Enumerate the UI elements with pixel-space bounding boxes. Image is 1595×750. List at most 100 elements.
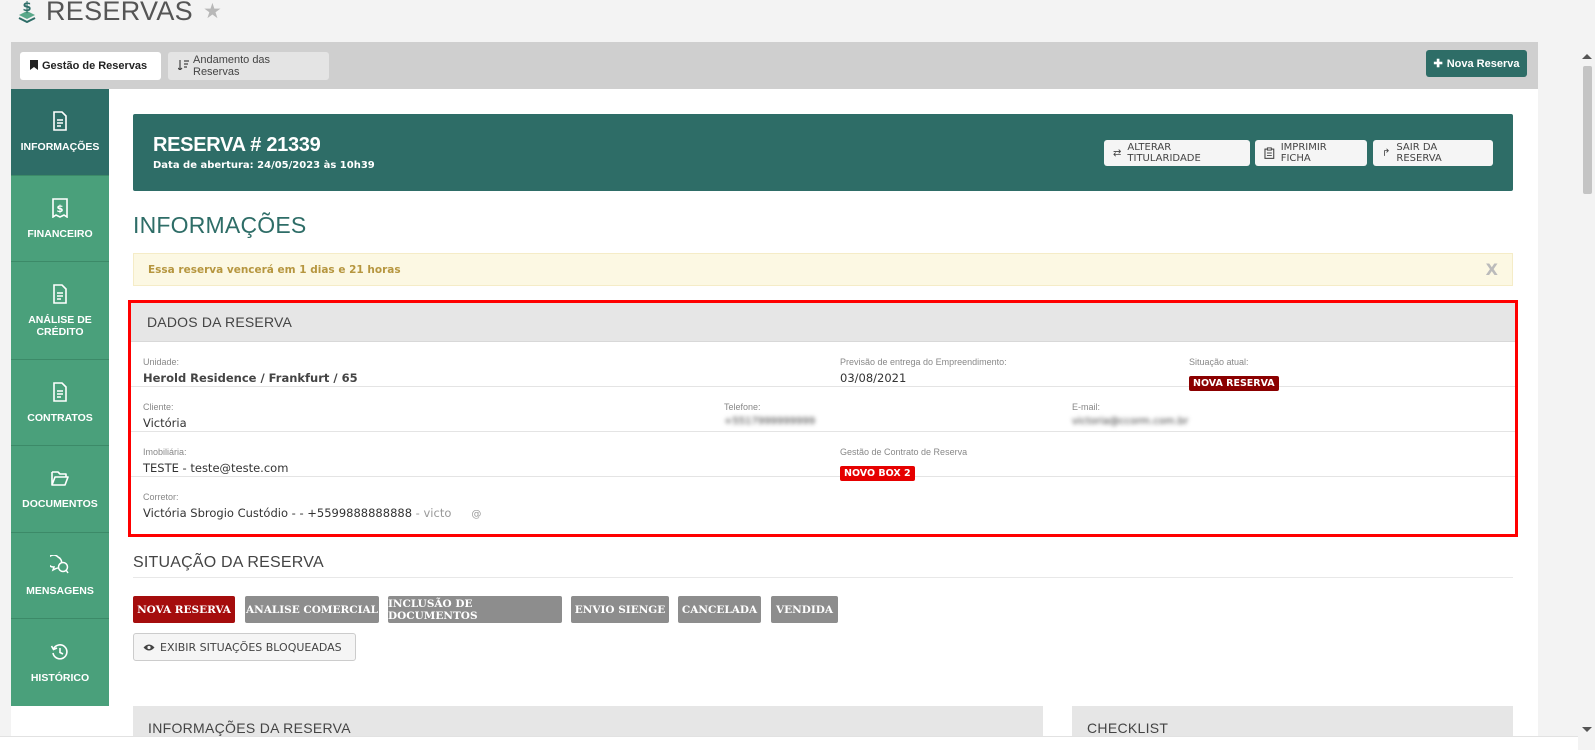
corretor-at: @ <box>471 509 482 520</box>
status-step-vendida[interactable]: VENDIDA <box>771 596 838 623</box>
exibir-situacoes-bloqueadas-button[interactable]: EXIBIR SITUAÇÕES BLOQUEADAS <box>133 633 356 661</box>
sidebar-item-contratos[interactable]: CONTRATOS <box>11 360 109 446</box>
imobiliaria-email: teste@teste.com <box>190 461 289 475</box>
field-label: E-mail: <box>1072 402 1101 412</box>
svg-text:$: $ <box>22 0 31 15</box>
nova-reserva-button[interactable]: ✚ Nova Reserva <box>1426 50 1527 77</box>
field-label: Gestão de Contrato de Reserva <box>840 447 968 457</box>
tab-andamento-label: Andamento das Reservas <box>193 54 271 78</box>
sidebar-item-historico[interactable]: HISTÓRICO <box>11 619 109 706</box>
tab-bar: Gestão de Reservas Andamento das Reserva… <box>11 42 1538 89</box>
sidebar-item-label: INFORMAÇÕES <box>20 141 100 153</box>
alterar-titularidade-label: ALTERAR TITULARIDADE <box>1127 142 1201 164</box>
scroll-down-arrow-icon[interactable] <box>1582 727 1592 732</box>
alert-text: Essa reserva vencerá em 1 dias e 21 hora… <box>148 263 401 276</box>
corretor-extra: - victo <box>412 506 452 520</box>
chat-bubbles-icon <box>50 554 69 573</box>
sidebar-item-label: HISTÓRICO <box>30 671 90 684</box>
sort-icon <box>177 59 189 73</box>
situacao-reserva-title: SITUAÇÃO DA RESERVA <box>133 554 324 571</box>
corretor-phone: +5599888888888 <box>307 506 413 520</box>
sair-reserva-label: SAIR DA RESERVA <box>1396 142 1442 164</box>
svg-text:$: $ <box>57 204 64 215</box>
favorite-star-icon[interactable]: ★ <box>203 0 222 23</box>
nova-reserva-label: Nova Reserva <box>1446 57 1520 70</box>
document-icon <box>53 381 67 402</box>
reserva-header: RESERVA # 21339 Data de abertura: 24/05/… <box>133 114 1513 191</box>
sidebar-item-analise-credito[interactable]: ANÁLISE DE CRÉDITO <box>11 262 109 360</box>
eye-icon <box>143 644 155 650</box>
scroll-thumb[interactable] <box>1583 66 1592 194</box>
status-step-inclusao-documentos[interactable]: INCLUSÃO DE DOCUMENTOS <box>388 596 562 623</box>
field-label: Imobiliária: <box>143 447 187 457</box>
sidebar-item-label: MENSAGENS <box>26 584 94 597</box>
sidebar-item-label: DOCUMENTOS <box>22 498 98 510</box>
clipboard-icon <box>1264 147 1275 159</box>
status-step-analise-comercial[interactable]: ANALISE COMERCIAL <box>245 596 379 623</box>
vertical-scrollbar[interactable] <box>1578 42 1595 750</box>
status-step-cancelada[interactable]: CANCELADA <box>678 596 761 623</box>
tab-gestao-reservas[interactable]: Gestão de Reservas <box>20 52 161 80</box>
dados-row-cliente: Cliente: Victória Telefone: +55179999999… <box>131 387 1515 432</box>
section-title: INFORMAÇÕES <box>133 212 307 238</box>
alterar-titularidade-button[interactable]: ⇄ ALTERAR TITULARIDADE <box>1104 140 1250 166</box>
exibir-label: EXIBIR SITUAÇÕES BLOQUEADAS <box>160 640 342 654</box>
reservas-logo-icon: $ <box>18 0 36 23</box>
plus-icon: ✚ <box>1433 58 1443 70</box>
folder-open-icon <box>51 471 69 486</box>
dados-row-unidade: Unidade: Herold Residence / Frankfurt / … <box>131 342 1515 391</box>
field-imobiliaria: Imobiliária: TESTE - teste@teste.com <box>143 447 288 475</box>
dados-row-imobiliaria: Imobiliária: TESTE - teste@teste.com Ges… <box>131 432 1515 481</box>
sidebar: INFORMAÇÕES $ FINANCEIRO ANÁLISE DE CRÉD… <box>11 89 109 706</box>
imprimir-ficha-button[interactable]: IMPRIMIR FICHA <box>1255 140 1367 166</box>
field-previsao-entrega: Previsão de entrega do Empreendimento: 0… <box>840 357 1007 385</box>
sidebar-item-informacoes[interactable]: INFORMAÇÕES <box>11 89 109 176</box>
field-value: victoria@ccorm.com.br <box>1072 416 1189 427</box>
dados-row-corretor: Corretor: Victória Sbrogio Custódio - - … <box>131 477 1515 522</box>
tab-andamento-reservas[interactable]: Andamento das Reservas <box>168 52 329 80</box>
alert-close-button[interactable]: X <box>1486 260 1498 279</box>
sidebar-item-financeiro[interactable]: $ FINANCEIRO <box>11 176 109 262</box>
field-label: Situação atual: <box>1189 357 1249 367</box>
page-header: $ RESERVAS ★ <box>16 0 222 28</box>
dados-reserva-box: DADOS DA RESERVA Unidade: Herold Residen… <box>128 300 1518 537</box>
imobiliaria-separator: - <box>178 461 191 475</box>
history-icon <box>50 643 68 660</box>
field-value: TESTE - teste@teste.com <box>143 461 288 475</box>
dados-reserva-header: DADOS DA RESERVA <box>131 303 1515 342</box>
field-label: Previsão de entrega do Empreendimento: <box>840 357 1007 367</box>
page-bottom-edge <box>0 736 1595 750</box>
field-value: +5517999999999 <box>724 416 816 427</box>
imobiliaria-name: TESTE <box>143 461 179 475</box>
field-email: E-mail: victoria@ccorm.com.br <box>1072 402 1188 427</box>
swap-icon: ⇄ <box>1113 147 1122 159</box>
document-icon <box>53 111 67 131</box>
tab-gestao-label: Gestão de Reservas <box>42 60 148 72</box>
page-title: RESERVAS <box>46 0 193 26</box>
document-icon <box>53 283 67 304</box>
field-value: Victória Sbrogio Custódio - - +559988888… <box>143 506 481 520</box>
sidebar-item-mensagens[interactable]: MENSAGENS <box>11 533 109 619</box>
status-step-envio-sienge[interactable]: ENVIO SIENGE <box>571 596 669 623</box>
field-value: 03/08/2021 <box>840 371 907 385</box>
field-value: Victória <box>143 416 187 430</box>
field-label: Cliente: <box>143 402 174 412</box>
field-label: Telefone: <box>724 402 761 412</box>
field-gestao-contrato: Gestão de Contrato de Reserva NOVO BOX 2 <box>840 447 967 481</box>
field-unidade: Unidade: Herold Residence / Frankfurt / … <box>143 357 358 385</box>
field-telefone: Telefone: +5517999999999 <box>724 402 815 427</box>
receipt-dollar-icon: $ <box>52 197 68 218</box>
share-arrow-icon: ↱ <box>1382 147 1391 159</box>
sair-reserva-button[interactable]: ↱ SAIR DA RESERVA <box>1373 140 1493 166</box>
field-cliente: Cliente: Victória <box>143 402 187 430</box>
sidebar-item-documentos[interactable]: DOCUMENTOS <box>11 446 109 533</box>
reserva-subtitle: Data de abertura: 24/05/2023 às 10h39 <box>153 160 375 171</box>
imprimir-ficha-label: IMPRIMIR FICHA <box>1280 142 1327 164</box>
corretor-name: Victória Sbrogio Custódio - - <box>143 506 308 520</box>
sidebar-item-label: CONTRATOS <box>27 411 93 424</box>
sidebar-item-label: ANÁLISE DE CRÉDITO <box>28 313 92 338</box>
field-label: Unidade: <box>143 357 180 367</box>
scroll-up-arrow-icon[interactable] <box>1582 54 1592 59</box>
reserva-title: RESERVA # 21339 <box>153 134 321 156</box>
status-step-nova-reserva[interactable]: NOVA RESERVA <box>133 596 235 623</box>
